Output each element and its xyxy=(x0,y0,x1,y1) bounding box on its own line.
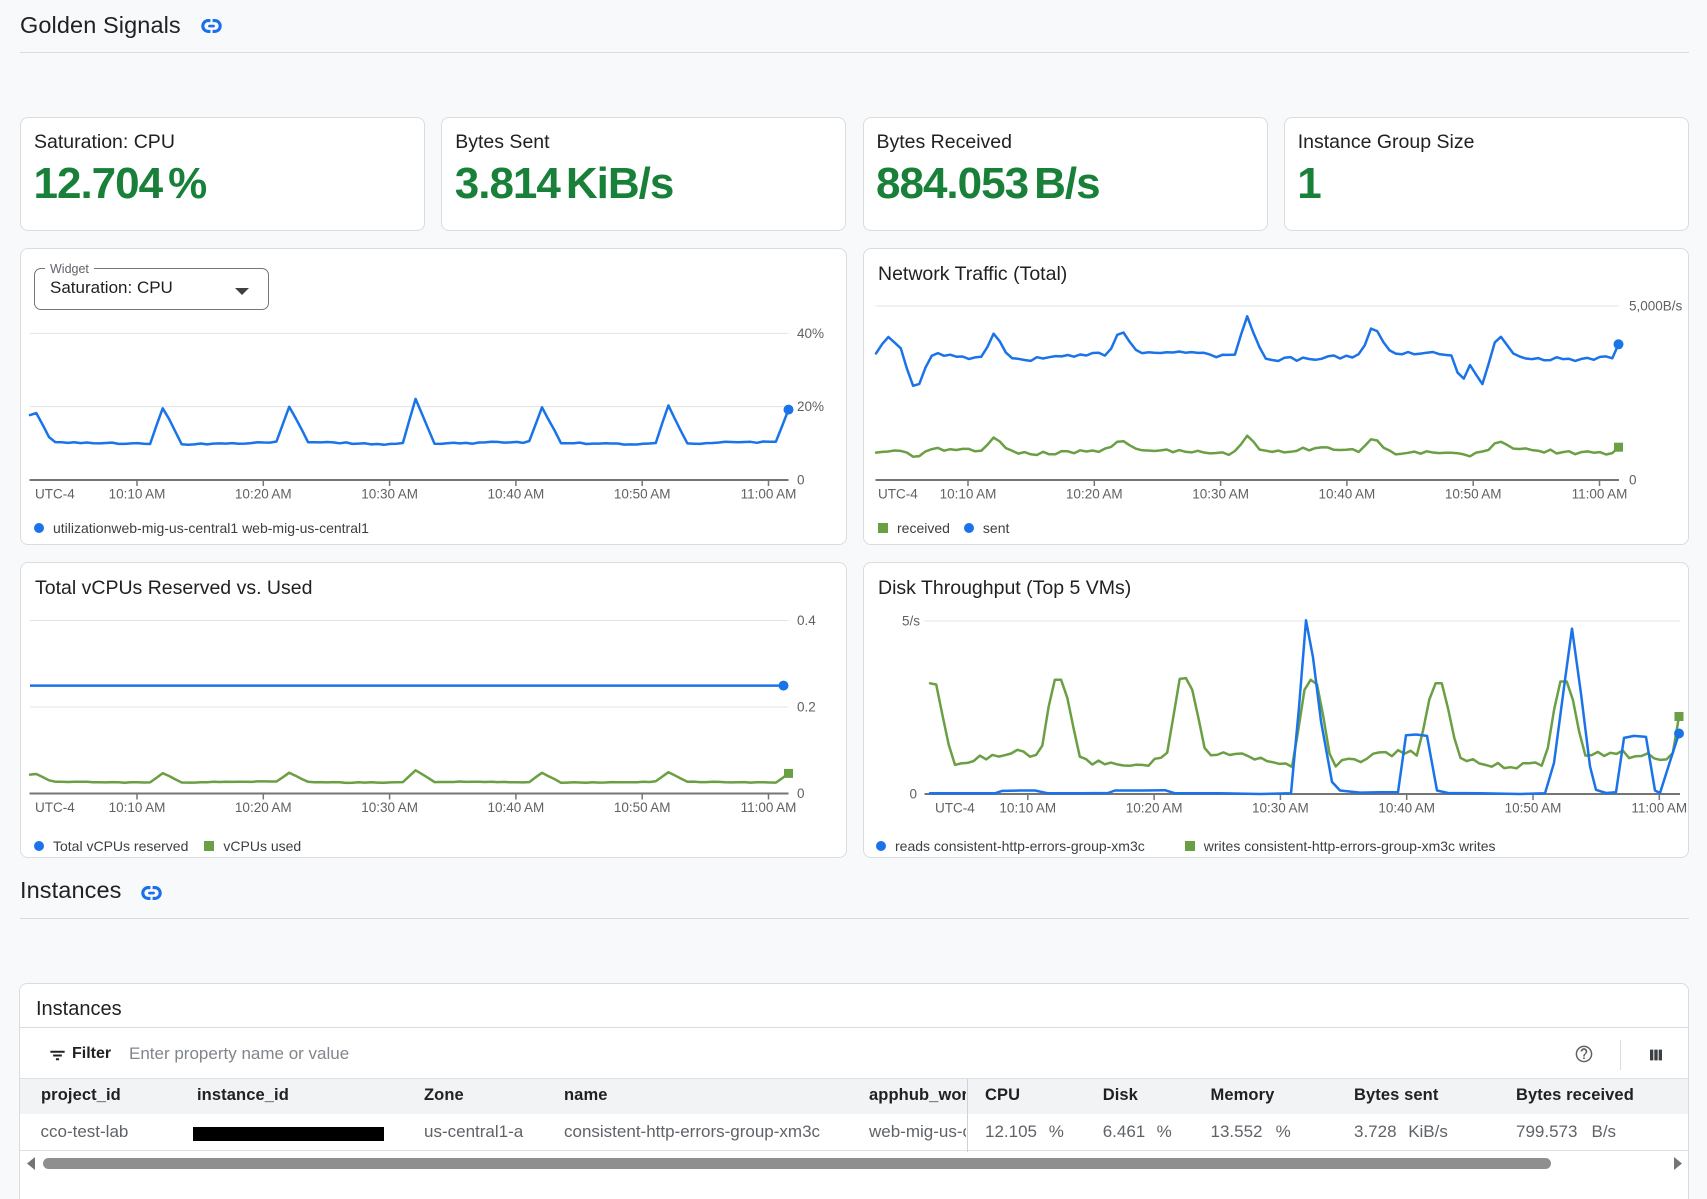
svg-text:10:30 AM: 10:30 AM xyxy=(1252,801,1309,816)
svg-text:10:30 AM: 10:30 AM xyxy=(361,487,418,502)
svg-text:10:10 AM: 10:10 AM xyxy=(109,487,166,502)
svg-text:10:10 AM: 10:10 AM xyxy=(109,800,166,815)
svg-text:UTC-4: UTC-4 xyxy=(35,800,75,815)
svg-text:10:10 AM: 10:10 AM xyxy=(999,801,1056,816)
svg-text:0.2: 0.2 xyxy=(797,700,816,715)
svg-text:UTC-4: UTC-4 xyxy=(35,487,75,502)
svg-text:10:40 AM: 10:40 AM xyxy=(488,800,545,815)
svg-text:10:20 AM: 10:20 AM xyxy=(235,487,292,502)
svg-text:10:40 AM: 10:40 AM xyxy=(1319,487,1376,502)
svg-text:10:20 AM: 10:20 AM xyxy=(235,800,292,815)
svg-text:10:20 AM: 10:20 AM xyxy=(1066,487,1123,502)
svg-text:10:50 AM: 10:50 AM xyxy=(614,487,671,502)
svg-text:10:40 AM: 10:40 AM xyxy=(1378,801,1435,816)
svg-text:5/s: 5/s xyxy=(902,614,920,629)
svg-text:10:30 AM: 10:30 AM xyxy=(361,800,418,815)
svg-text:10:50 AM: 10:50 AM xyxy=(1445,487,1502,502)
svg-text:UTC-4: UTC-4 xyxy=(878,487,918,502)
svg-text:0.4: 0.4 xyxy=(797,613,816,628)
svg-text:10:50 AM: 10:50 AM xyxy=(1505,801,1562,816)
svg-text:5,000B/s: 5,000B/s xyxy=(1629,299,1683,314)
svg-text:UTC-4: UTC-4 xyxy=(935,801,975,816)
svg-text:0: 0 xyxy=(909,787,917,802)
svg-text:0: 0 xyxy=(797,473,805,488)
svg-text:11:00 AM: 11:00 AM xyxy=(1631,801,1687,816)
svg-text:40%: 40% xyxy=(797,326,824,341)
svg-text:0: 0 xyxy=(797,786,805,801)
svg-text:11:00 AM: 11:00 AM xyxy=(741,800,797,815)
svg-text:11:00 AM: 11:00 AM xyxy=(741,487,797,502)
svg-text:10:50 AM: 10:50 AM xyxy=(614,800,671,815)
svg-text:0: 0 xyxy=(1629,473,1637,488)
svg-text:10:20 AM: 10:20 AM xyxy=(1126,801,1183,816)
svg-text:10:10 AM: 10:10 AM xyxy=(940,487,997,502)
svg-text:20%: 20% xyxy=(797,399,824,414)
svg-text:10:30 AM: 10:30 AM xyxy=(1192,487,1249,502)
svg-text:10:40 AM: 10:40 AM xyxy=(488,487,545,502)
svg-text:11:00 AM: 11:00 AM xyxy=(1572,487,1628,502)
